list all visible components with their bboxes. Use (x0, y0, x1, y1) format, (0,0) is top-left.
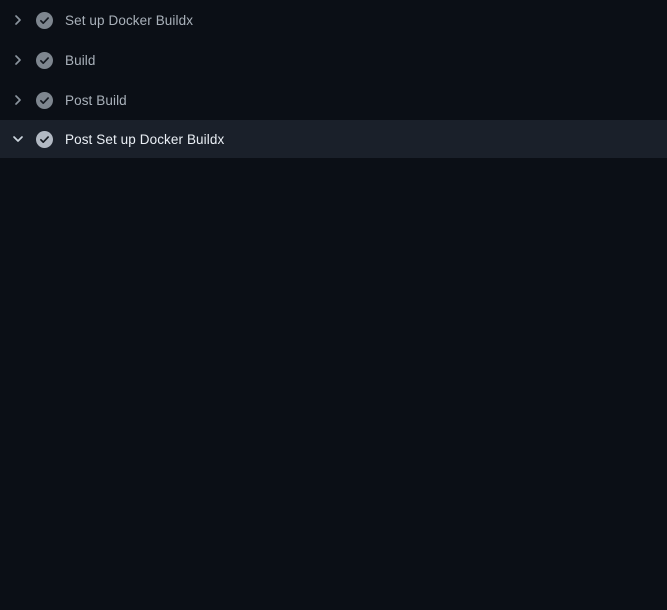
log-line: 10 time="2021-04-23T18:02:37Z" level=inf… (0, 370, 667, 390)
check-circle-icon (36, 52, 53, 69)
log-line: 15 time="2021-04-23T18:02:38Z" level=deb… (0, 470, 667, 490)
log-line: 13 time="2021-04-23T18:02:38Z" level=deb… (0, 430, 667, 450)
log-line: 2 ▼BuildKit container logs (0, 190, 667, 210)
log-line: 3 /usr/bin/docker logs buildx_buildkit_b… (0, 210, 667, 230)
step-label: Post Build (65, 93, 127, 108)
chevron-right-icon[interactable] (10, 52, 26, 68)
check-circle-icon (36, 131, 53, 148)
step-label: Set up Docker Buildx (65, 13, 193, 28)
log-line: 12 time="2021-04-23T18:02:38Z" level=deb… (0, 410, 667, 430)
log-line: 14 time="2021-04-23T18:02:38Z" level=deb… (0, 450, 667, 470)
check-circle-icon (36, 92, 53, 109)
log-line: 19 time="2021-04-23T18:02:38Z" level=deb… (0, 550, 667, 570)
log-line: 16 time="2021-04-23T18:02:38Z" level=deb… (0, 490, 667, 510)
step-row[interactable]: Build (0, 40, 667, 80)
chevron-right-icon[interactable] (10, 12, 26, 28)
check-circle-icon (36, 12, 53, 29)
chevron-down-icon[interactable] (10, 131, 26, 147)
log-line: 11 time="2021-04-23T18:02:38Z" level=deb… (0, 390, 667, 410)
step-row[interactable]: Post Build (0, 80, 667, 120)
log-line: application/vnd.oci.image.index.v1+json,… (0, 570, 667, 590)
log-line: 1 Post job cleanup. (0, 170, 667, 190)
log-line: 17 time="2021-04-23T18:02:38Z" level=deb… (0, 510, 667, 530)
step-row[interactable]: Set up Docker Buildx (0, 0, 667, 40)
log-area: 1 Post job cleanup. 2 ▼BuildKit containe… (0, 170, 667, 610)
log-line: 7 time="2021-04-23T18:02:37Z" level=warn… (0, 310, 667, 330)
step-list: Set up Docker Buildx Build P (0, 0, 667, 158)
chevron-right-icon[interactable] (10, 92, 26, 108)
step-row[interactable]: Post Set up Docker Buildx (0, 120, 667, 158)
step-label: Post Set up Docker Buildx (65, 132, 224, 147)
log-line: linux/riscv64 linux/ppc64le linux/s390x … (0, 290, 667, 310)
log-line: 20 time="2021-04-23T18:02:38Z" level=deb… (0, 590, 667, 610)
log-line: 9 time="2021-04-23T18:02:37Z" level=warn… (0, 350, 667, 370)
log-line: 8 time="2021-04-23T18:02:37Z" level=info… (0, 330, 667, 350)
log-line: 18 time="2021-04-23T18:02:38Z" level=deb… (0, 530, 667, 550)
log-line: 4 time="2021-04-23T18:02:37Z" level=info… (0, 230, 667, 250)
log-line: 6 time="2021-04-23T18:02:37Z" level=info… (0, 270, 667, 290)
log-line: 5 time="2021-04-23T18:02:37Z" level=warn… (0, 250, 667, 270)
step-label: Build (65, 53, 96, 68)
